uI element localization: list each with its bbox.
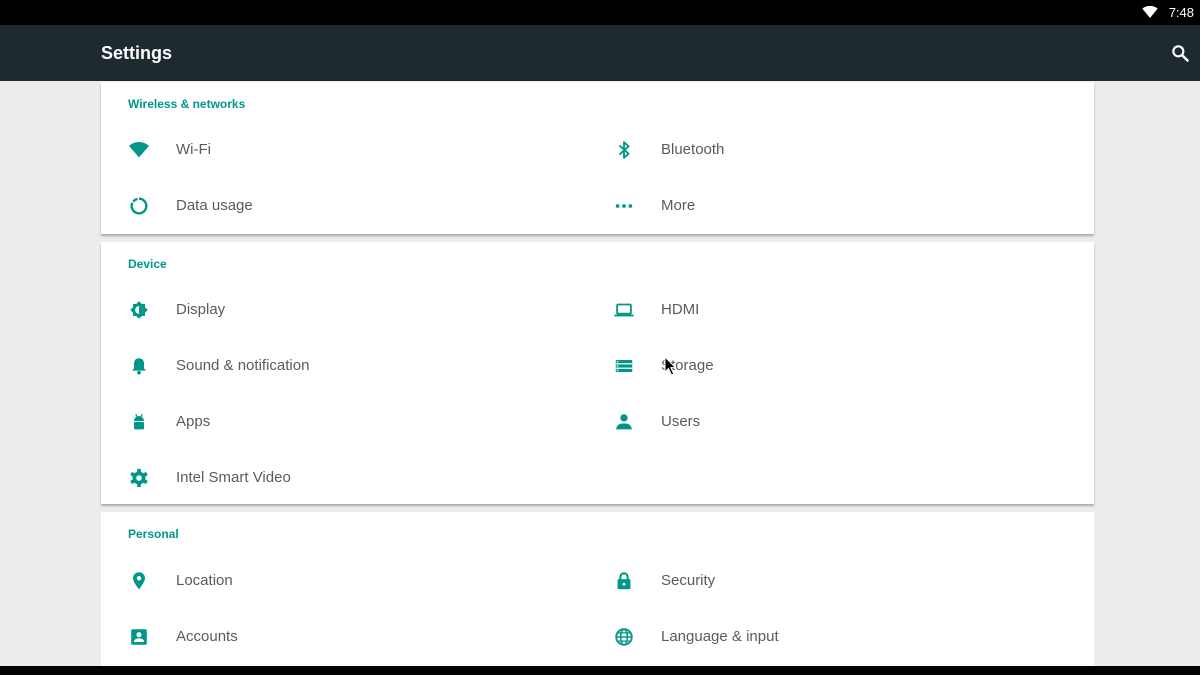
settings-item-label: Location xyxy=(176,572,233,589)
brightness-icon xyxy=(128,299,150,321)
settings-item-accounts[interactable]: Accounts xyxy=(101,613,561,661)
settings-item-label: Security xyxy=(661,572,716,589)
settings-item-users[interactable]: Users xyxy=(586,398,1046,446)
wifi-status-icon xyxy=(1142,5,1158,18)
settings-item-label: Wi-Fi xyxy=(176,141,211,158)
section-wireless-networks: Wireless & networks Wi-Fi Bluetooth Data… xyxy=(101,82,1094,234)
settings-item-label: Language & input xyxy=(661,628,779,645)
settings-item-display[interactable]: Display xyxy=(101,286,561,334)
settings-item-label: Intel Smart Video xyxy=(176,469,291,486)
mouse-cursor-icon xyxy=(664,356,677,376)
android-icon xyxy=(128,411,150,433)
lock-icon xyxy=(613,570,635,592)
section-header: Personal xyxy=(128,527,179,541)
page-title: Settings xyxy=(101,43,173,63)
settings-item-apps[interactable]: Apps xyxy=(101,398,561,446)
settings-item-label: Apps xyxy=(176,413,211,430)
settings-item-security[interactable]: Security xyxy=(586,557,1046,605)
status-bar: 7:48 xyxy=(0,0,1200,25)
settings-item-label: HDMI xyxy=(661,301,700,318)
app-bar: Settings xyxy=(0,25,1200,81)
settings-item-sound-notification[interactable]: Sound & notification xyxy=(101,342,561,390)
account-box-icon xyxy=(128,626,150,648)
bluetooth-icon xyxy=(613,139,635,161)
gear-icon xyxy=(128,467,150,489)
settings-item-more[interactable]: More xyxy=(586,182,1046,230)
section-header: Wireless & networks xyxy=(128,97,246,111)
settings-item-label: Sound & notification xyxy=(176,357,310,374)
settings-item-wifi[interactable]: Wi-Fi xyxy=(101,126,561,174)
person-icon xyxy=(613,411,635,433)
search-icon[interactable] xyxy=(1170,43,1190,63)
settings-item-language-input[interactable]: Language & input xyxy=(586,613,1046,661)
bell-icon xyxy=(128,355,150,377)
settings-item-hdmi[interactable]: HDMI xyxy=(586,286,1046,334)
clock: 7:48 xyxy=(1168,5,1194,20)
settings-item-label: Display xyxy=(176,301,226,318)
section-header: Device xyxy=(128,257,167,271)
settings-item-label: Bluetooth xyxy=(661,141,725,158)
wifi-icon xyxy=(128,139,150,161)
laptop-icon xyxy=(613,299,635,321)
more-icon xyxy=(613,195,635,217)
location-pin-icon xyxy=(128,570,150,592)
data-usage-icon xyxy=(128,195,150,217)
settings-item-label: Accounts xyxy=(176,628,238,645)
globe-icon xyxy=(613,626,635,648)
settings-item-label: Data usage xyxy=(176,197,253,214)
settings-item-data-usage[interactable]: Data usage xyxy=(101,182,561,230)
settings-item-storage[interactable]: Storage xyxy=(586,342,1046,390)
storage-icon xyxy=(613,355,635,377)
settings-item-location[interactable]: Location xyxy=(101,557,561,605)
settings-item-bluetooth[interactable]: Bluetooth xyxy=(586,126,1046,174)
settings-item-label: Users xyxy=(661,413,701,430)
section-personal: Personal Location Security Accounts Lang… xyxy=(101,512,1094,666)
navigation-bar xyxy=(0,666,1200,675)
settings-item-intel-smart-video[interactable]: Intel Smart Video xyxy=(101,454,561,502)
section-device: Device Display HDMI Sound & notification… xyxy=(101,242,1094,504)
settings-item-label: More xyxy=(661,197,696,214)
